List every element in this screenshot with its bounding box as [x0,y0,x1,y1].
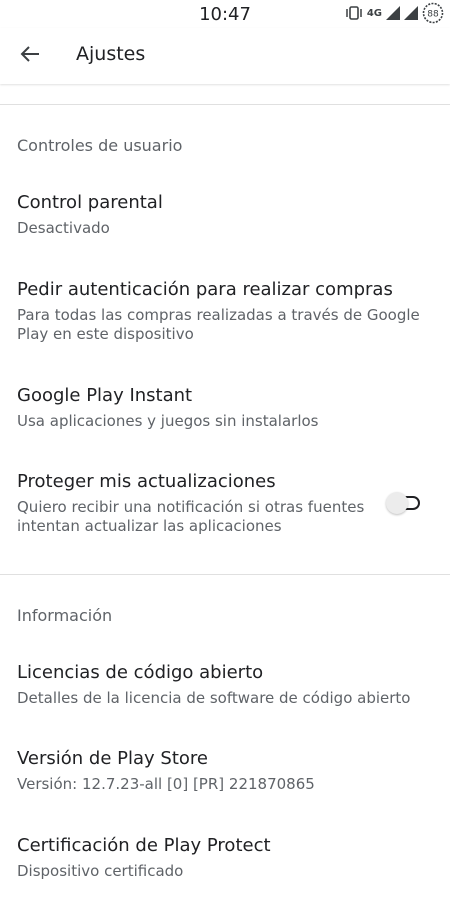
signal-secondary-icon [404,6,418,20]
setting-summary: Quiero recibir una notificación si otras… [17,498,364,536]
setting-title: Licencias de código abierto [17,662,264,683]
divider [0,574,450,575]
signal-icon [386,6,400,20]
setting-purchase-authentication[interactable]: Pedir autenticación para realizar compra… [0,279,450,349]
setting-summary-line: Quiero recibir una notificación si otras… [17,498,365,516]
toggle-thumb [386,492,408,514]
setting-summary: Dispositivo certificado [17,862,184,880]
section-header-information: Información [17,606,113,625]
status-icons: 4G 88 [345,2,444,24]
status-bar: 10:47 4G 88 [0,0,450,28]
network-type-label: 4G [366,7,382,19]
setting-protect-updates[interactable]: Proteger mis actualizaciones Quiero reci… [0,471,450,541]
setting-summary: Desactivado [17,219,110,237]
setting-title: Google Play Instant [17,385,193,406]
setting-summary-line: intentan actualizar las aplicaciones [17,517,282,535]
page-title: Ajustes [76,43,146,65]
section-header-user-controls: Controles de usuario [17,136,183,155]
setting-summary: Detalles de la licencia de software de c… [17,689,411,707]
setting-summary: Versión: 12.7.23-all [0] [PR] 221870865 [17,775,315,793]
vibrate-icon [345,6,363,20]
back-button[interactable] [12,38,48,74]
battery-level-text: 88 [427,10,439,20]
settings-screen: 10:47 4G 88 Ajustes Controles de usuario… [0,0,450,900]
setting-summary-line: Para todas las compras realizadas a trav… [17,306,420,324]
setting-summary: Usa aplicaciones y juegos sin instalarlo… [17,412,319,430]
setting-summary-line: Play en este dispositivo [17,325,194,343]
divider [0,104,450,105]
battery-icon: 88 [422,2,444,24]
setting-title: Versión de Play Store [17,748,208,769]
setting-summary: Para todas las compras realizadas a trav… [17,306,420,344]
setting-title: Proteger mis actualizaciones [17,471,276,492]
setting-title: Control parental [17,192,163,213]
setting-parental-control[interactable]: Control parental Desactivado [0,192,450,252]
setting-title: Certificación de Play Protect [17,835,271,856]
arrow-back-icon [20,45,40,67]
setting-open-source-licenses[interactable]: Licencias de código abierto Detalles de … [0,662,450,722]
setting-title: Pedir autenticación para realizar compra… [17,279,393,300]
app-bar: Ajustes [0,28,450,84]
setting-play-store-version[interactable]: Versión de Play Store Versión: 12.7.23-a… [0,748,450,808]
setting-google-play-instant[interactable]: Google Play Instant Usa aplicaciones y j… [0,385,450,445]
setting-play-protect-certification[interactable]: Certificación de Play Protect Dispositiv… [0,835,450,895]
protect-updates-toggle[interactable] [386,491,424,515]
